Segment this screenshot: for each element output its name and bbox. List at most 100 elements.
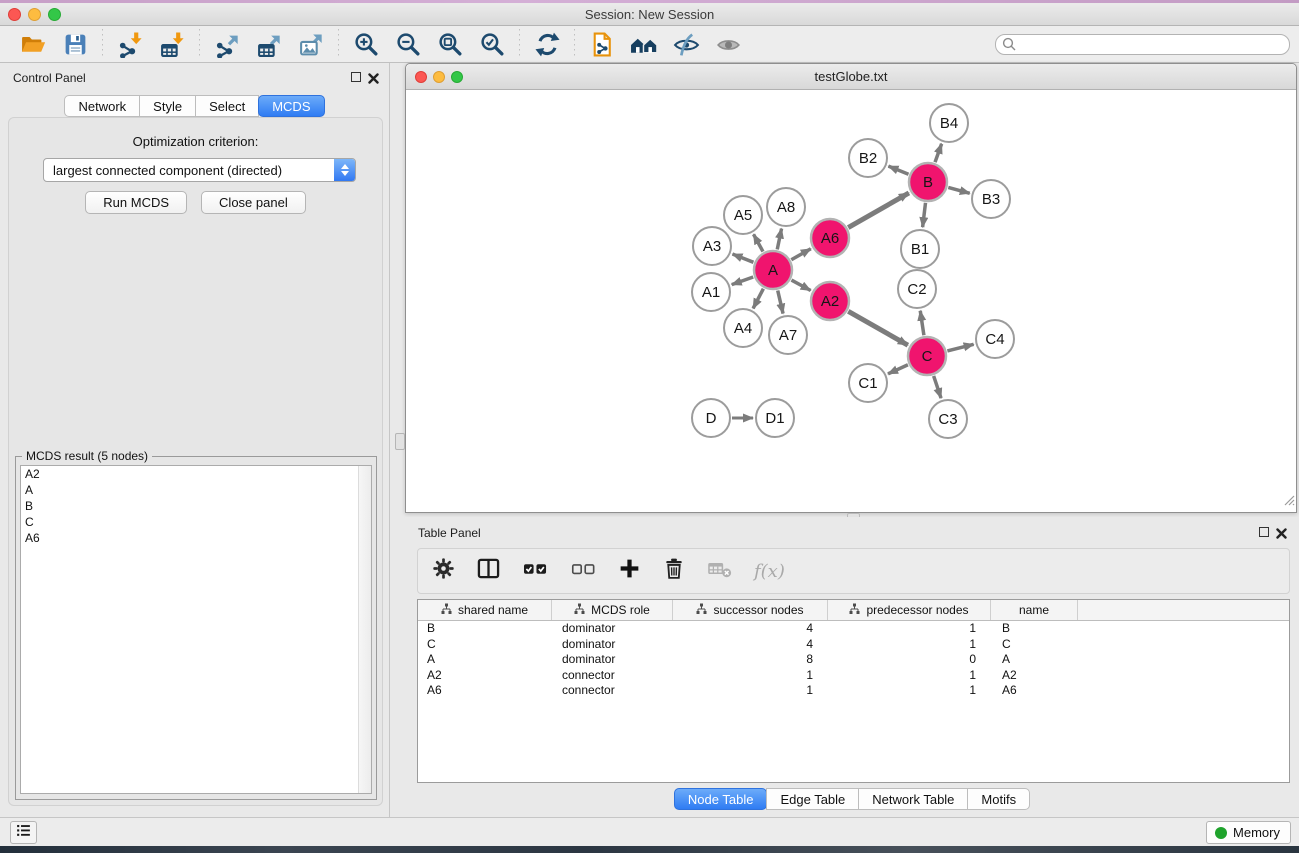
table-cell[interactable]: 1	[828, 668, 991, 684]
table-cell[interactable]: A6	[418, 683, 552, 699]
edge-C-C3[interactable]	[934, 376, 941, 398]
float-table-panel-icon[interactable]	[1259, 527, 1269, 537]
node-table[interactable]: shared nameMCDS rolesuccessor nodesprede…	[417, 599, 1290, 783]
table-cell[interactable]: dominator	[552, 652, 673, 668]
table-cell[interactable]: C	[418, 637, 552, 653]
function-builder-button[interactable]: f(x)	[754, 561, 785, 582]
table-row[interactable]: A6connector11A6	[418, 683, 1289, 699]
refresh-button[interactable]	[532, 29, 562, 59]
tab-mcds[interactable]: MCDS	[258, 95, 324, 117]
close-table-panel-icon[interactable]	[1276, 526, 1287, 544]
delete-table-button[interactable]	[707, 557, 733, 585]
close-panel-button[interactable]: Close panel	[201, 191, 306, 214]
table-cell[interactable]: 4	[673, 637, 828, 653]
table-cell[interactable]: 0	[828, 652, 991, 668]
table-cell[interactable]: 1	[673, 683, 828, 699]
mcds-result-item[interactable]: A6	[21, 530, 371, 546]
hide-selected-button[interactable]	[671, 29, 701, 59]
mcds-result-list[interactable]: A2ABCA6	[20, 465, 372, 794]
resize-grip-icon[interactable]	[1282, 493, 1295, 511]
table-cell[interactable]: A	[991, 652, 1078, 668]
first-neighbors-button[interactable]	[629, 29, 659, 59]
tab-style[interactable]: Style	[139, 95, 196, 117]
tab-motifs[interactable]: Motifs	[967, 788, 1030, 810]
edge-B-B1[interactable]	[923, 203, 926, 227]
edge-A6-B[interactable]	[848, 193, 909, 228]
task-history-button[interactable]	[10, 821, 37, 844]
tab-network[interactable]: Network	[64, 95, 140, 117]
mcds-result-item[interactable]: C	[21, 514, 371, 530]
table-cell[interactable]: A2	[991, 668, 1078, 684]
table-cell[interactable]: dominator	[552, 621, 673, 637]
edge-A-A2[interactable]	[791, 280, 810, 290]
edge-C-C4[interactable]	[947, 344, 973, 351]
save-session-button[interactable]	[60, 29, 90, 59]
tab-node-table[interactable]: Node Table	[674, 788, 768, 810]
table-cell[interactable]: 1	[828, 637, 991, 653]
edge-B-B4[interactable]	[935, 144, 942, 162]
zoom-in-button[interactable]	[351, 29, 381, 59]
new-network-from-selection-button[interactable]	[587, 29, 617, 59]
network-canvas[interactable]: AA1A2A3A4A5A6A7A8BB1B2B3B4CC1C2C3C4DD1	[406, 90, 1296, 512]
mcds-result-item[interactable]: A2	[21, 466, 371, 482]
column-layout-button[interactable]	[476, 557, 501, 585]
table-settings-button[interactable]	[432, 557, 455, 585]
hide-columns-button[interactable]	[570, 557, 597, 585]
vertical-divider-handle[interactable]	[395, 433, 405, 450]
export-network-button[interactable]	[212, 29, 242, 59]
mcds-result-item[interactable]: B	[21, 498, 371, 514]
table-cell[interactable]: connector	[552, 668, 673, 684]
search-input[interactable]	[995, 34, 1290, 55]
edge-A-A6[interactable]	[791, 249, 811, 260]
tab-select[interactable]: Select	[195, 95, 259, 117]
table-cell[interactable]: 4	[673, 621, 828, 637]
column-header-name[interactable]: name	[991, 600, 1078, 620]
edge-A-A1[interactable]	[732, 277, 753, 285]
table-cell[interactable]: 1	[673, 668, 828, 684]
edge-B-B3[interactable]	[948, 187, 969, 193]
show-all-button[interactable]	[713, 29, 743, 59]
table-row[interactable]: Bdominator41B	[418, 621, 1289, 637]
table-cell[interactable]: 1	[828, 683, 991, 699]
mcds-result-item[interactable]: A	[21, 482, 371, 498]
open-session-button[interactable]	[18, 29, 48, 59]
zoom-out-button[interactable]	[393, 29, 423, 59]
edge-C-C1[interactable]	[888, 365, 908, 374]
zoom-fit-button[interactable]	[435, 29, 465, 59]
memory-button[interactable]: Memory	[1206, 821, 1291, 844]
export-table-button[interactable]	[254, 29, 284, 59]
table-cell[interactable]: A2	[418, 668, 552, 684]
zoom-selected-button[interactable]	[477, 29, 507, 59]
edge-A-A4[interactable]	[753, 289, 763, 309]
edge-C-C2[interactable]	[920, 311, 924, 335]
table-row[interactable]: A2connector11A2	[418, 668, 1289, 684]
edge-B-B2[interactable]	[888, 166, 908, 174]
column-header-successor-nodes[interactable]: successor nodes	[673, 600, 828, 620]
run-mcds-button[interactable]: Run MCDS	[85, 191, 187, 214]
show-columns-button[interactable]	[522, 557, 549, 585]
edge-A2-C[interactable]	[848, 311, 908, 345]
table-cell[interactable]: 1	[828, 621, 991, 637]
table-cell[interactable]: A6	[991, 683, 1078, 699]
table-cell[interactable]: B	[991, 621, 1078, 637]
result-list-scrollbar[interactable]	[358, 466, 371, 793]
float-panel-icon[interactable]	[351, 72, 361, 82]
edge-A-A7[interactable]	[778, 290, 783, 313]
edge-A-A3[interactable]	[732, 254, 753, 262]
import-table-button[interactable]	[157, 29, 187, 59]
table-cell[interactable]: C	[991, 637, 1078, 653]
table-cell[interactable]: dominator	[552, 637, 673, 653]
table-cell[interactable]: A	[418, 652, 552, 668]
network-window-titlebar[interactable]: testGlobe.txt	[406, 64, 1296, 90]
column-header-predecessor-nodes[interactable]: predecessor nodes	[828, 600, 991, 620]
table-row[interactable]: Adominator80A	[418, 652, 1289, 668]
table-cell[interactable]: 8	[673, 652, 828, 668]
table-row[interactable]: Cdominator41C	[418, 637, 1289, 653]
table-cell[interactable]: connector	[552, 683, 673, 699]
edge-A-A8[interactable]	[777, 229, 781, 250]
delete-column-button[interactable]	[662, 557, 686, 586]
column-header-MCDS-role[interactable]: MCDS role	[552, 600, 673, 620]
close-panel-icon[interactable]	[368, 71, 379, 89]
table-cell[interactable]: B	[418, 621, 552, 637]
import-network-button[interactable]	[115, 29, 145, 59]
